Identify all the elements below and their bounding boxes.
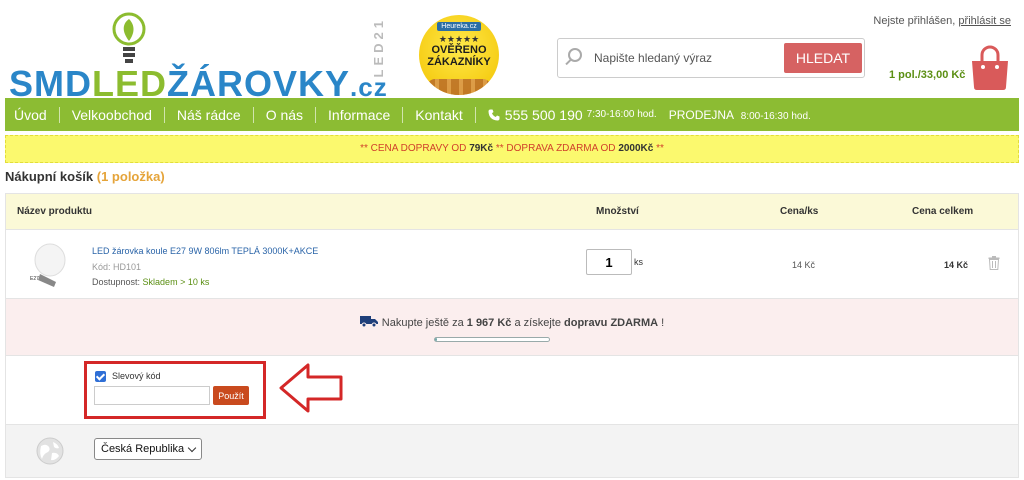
product-name-link[interactable]: LED žárovka koule E27 9W 806lm TEPLÁ 300…: [92, 246, 318, 256]
search-icon: [568, 48, 582, 62]
country-selected-value: Česká Republika: [101, 443, 185, 455]
country-section: Česká Republika: [6, 425, 1018, 477]
login-status-text: Nejste přihlášen,: [873, 15, 956, 27]
nav-item-uvod[interactable]: Úvod: [14, 105, 59, 125]
header-total-price: Cena celkem: [912, 206, 974, 217]
notice-text: ** DOPRAVA ZDARMA OD: [493, 143, 619, 154]
product-image[interactable]: E27: [26, 242, 70, 288]
shipping-remaining-amount: 1 967 Kč: [466, 317, 512, 329]
header-product-name: Název produktu: [17, 206, 93, 217]
shop-hours: 8:00-16:30 hod.: [740, 110, 811, 122]
page: SMDLEDŽÁROVKY.cz LED21 Heureka.cz ★★★★★ …: [5, 5, 1019, 480]
shipping-text-post: !: [658, 317, 665, 329]
availability-label: Dostupnost:: [92, 277, 141, 287]
cart-item-count: (1 položka): [96, 169, 165, 184]
search-box: HLEDAT: [557, 38, 865, 78]
shipping-notice: ** CENA DOPRAVY OD 79Kč ** DOPRAVA ZDARM…: [5, 135, 1019, 163]
product-availability: Dostupnost: Skladem > 10 ks: [92, 277, 209, 287]
search-button[interactable]: HLEDAT: [784, 43, 862, 73]
logo-side-text: LED21: [371, 17, 386, 78]
shipping-text-mid: a získejte: [511, 317, 564, 329]
cart-table-header: Název produktu Množství Cena/ks Cena cel…: [6, 194, 1018, 230]
country-select[interactable]: Česká Republika: [94, 438, 202, 460]
badge-line2: ZÁKAZNÍKY: [427, 56, 491, 68]
page-title: Nákupní košík (1 položka): [5, 169, 165, 184]
free-shipping-progress: Nakupte ještě za 1 967 Kč a získejte dop…: [6, 299, 1018, 356]
arrow-left-icon: [279, 363, 343, 413]
shipping-progress-fill: [435, 338, 438, 341]
verified-customers-badge[interactable]: Heureka.cz ★★★★★ OVĚŘENO ZÁKAZNÍKY: [419, 15, 499, 95]
shipping-free-label: dopravu ZDARMA: [564, 317, 659, 329]
coupon-section: Slevový kód Použít: [6, 356, 1018, 425]
phone-number: 555 500 190: [504, 106, 583, 123]
unit-price: 14 Kč: [792, 260, 816, 270]
globe-icon: [36, 437, 64, 465]
badge-line1: OVĚŘENO: [431, 44, 487, 56]
trash-icon[interactable]: [988, 256, 1000, 270]
nav-shop-hours: PRODEJNA 8:00-16:30 hod.: [657, 108, 811, 122]
phone-icon: [488, 109, 500, 120]
shipping-progress-bar: [434, 337, 550, 342]
nav-phone[interactable]: 555 500 190 7:30-16:00 hod.: [476, 107, 657, 123]
shipping-text-pre: Nakupte ještě za: [381, 317, 467, 329]
cart-title-text: Nákupní košík: [5, 169, 94, 184]
shop-label: PRODEJNA: [668, 107, 734, 122]
header-unit-price: Cena/ks: [780, 206, 819, 217]
header-quantity: Množství: [596, 206, 639, 217]
product-code: Kód: HD101: [92, 262, 142, 272]
badge-source: Heureka.cz: [437, 22, 481, 31]
chevron-down-icon: [187, 443, 197, 453]
badge-stars: ★★★★★: [438, 34, 480, 44]
login-link[interactable]: přihlásit se: [958, 15, 1011, 27]
nav-item-informace[interactable]: Informace: [316, 105, 402, 125]
nav-item-velkoobchod[interactable]: Velkoobchod: [60, 105, 164, 125]
quantity-unit: ks: [634, 257, 643, 267]
nav-item-o-nas[interactable]: O nás: [254, 105, 315, 125]
notice-text: ** CENA DOPRAVY OD: [360, 143, 470, 154]
shopping-bag-icon[interactable]: [970, 45, 1010, 91]
cart-table: Název produktu Množství Cena/ks Cena cel…: [5, 193, 1019, 478]
quantity-input[interactable]: [586, 249, 632, 275]
nav-item-nas-radce[interactable]: Náš rádce: [165, 105, 253, 125]
notice-free-threshold: 2000Kč: [618, 143, 654, 154]
availability-value: Skladem > 10 ks: [142, 277, 210, 287]
phone-hours: 7:30-16:00 hod.: [586, 109, 657, 120]
bulb-icon: [112, 12, 146, 63]
notice-shipping-price: 79Kč: [469, 143, 494, 154]
search-input[interactable]: [594, 47, 774, 69]
highlight-box: [84, 361, 266, 419]
site-logo[interactable]: SMDLEDŽÁROVKY.cz LED21: [9, 11, 399, 104]
cart-summary[interactable]: 1 pol./33,00 Kč: [889, 69, 965, 81]
badge-people-graphic: [427, 79, 491, 95]
free-shipping-text: Nakupte ještě za 1 967 Kč a získejte dop…: [6, 315, 1018, 329]
login-status: Nejste přihlášen, přihlásit se: [873, 15, 1011, 27]
truck-icon: [359, 316, 378, 327]
total-price: 14 Kč: [944, 260, 969, 270]
main-nav: Úvod Velkoobchod Náš rádce O nás Informa…: [5, 98, 1019, 131]
table-row: E27 LED žárovka koule E27 9W 806lm TEPLÁ…: [6, 230, 1018, 299]
svg-text:E27: E27: [30, 276, 39, 282]
notice-text: **: [653, 143, 664, 154]
nav-item-kontakt[interactable]: Kontakt: [403, 105, 474, 125]
